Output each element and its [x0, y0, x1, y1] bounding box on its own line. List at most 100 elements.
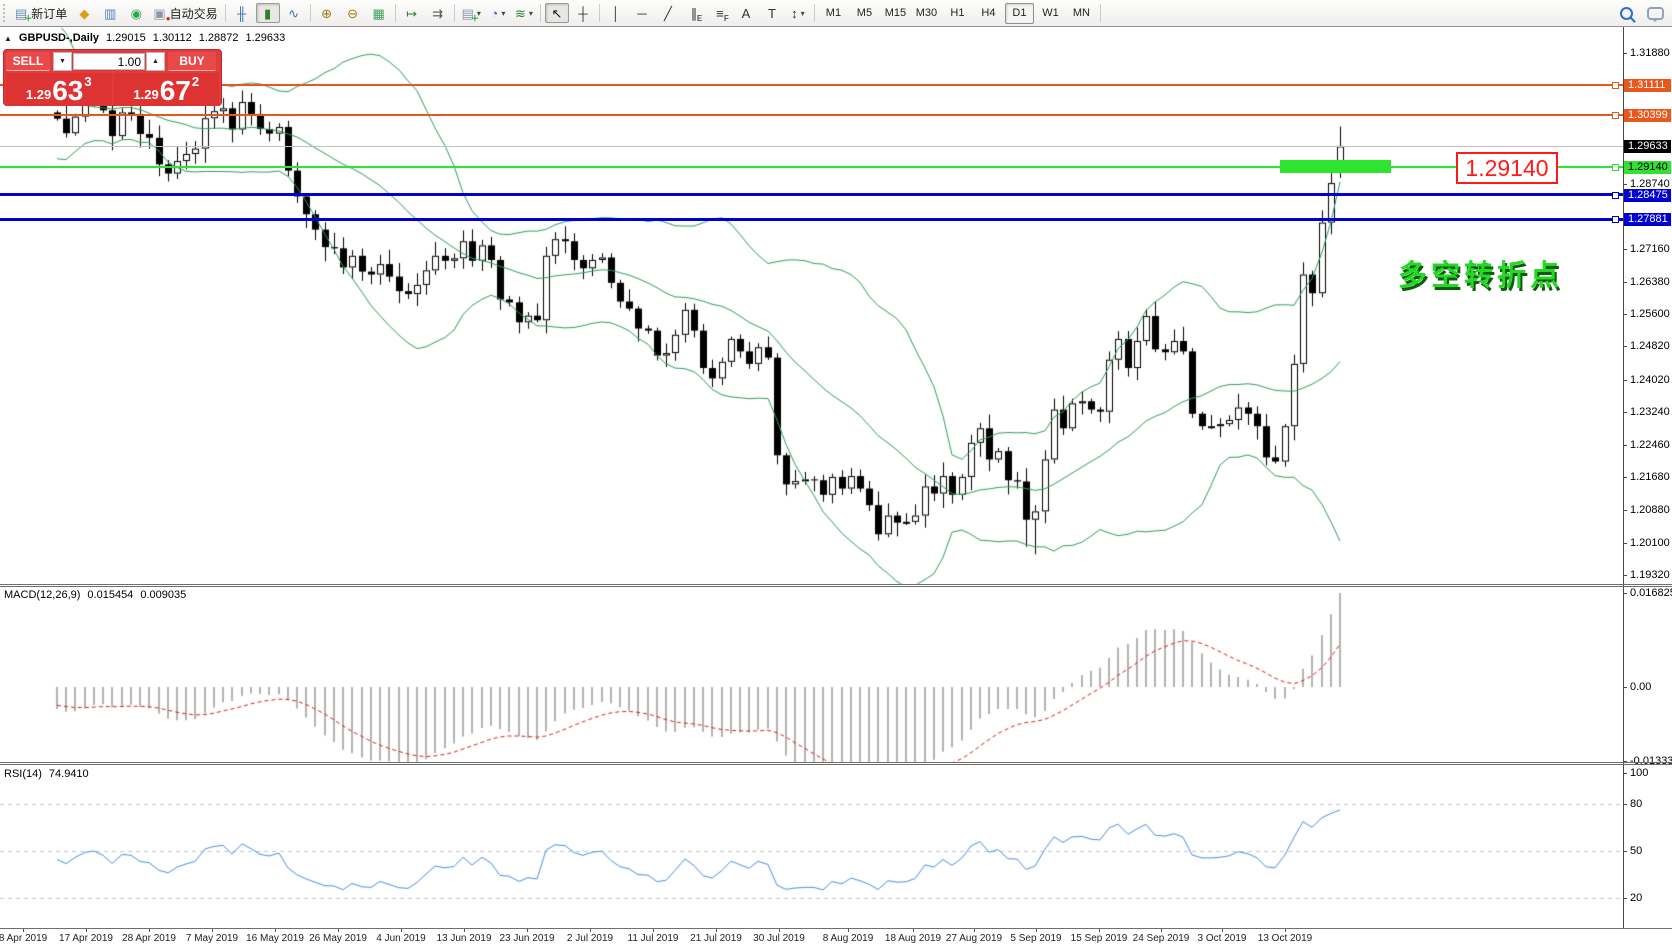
crosshair-button[interactable]: ┼ [571, 3, 595, 23]
price-tick-label: 1.25600 [1630, 308, 1670, 320]
panel-splitter[interactable] [0, 764, 1672, 765]
chat-icon[interactable] [1647, 7, 1664, 20]
timeframe-mn[interactable]: MN [1067, 3, 1096, 24]
date-tick-label: 24 Sep 2019 [1133, 933, 1190, 944]
tile-windows-button[interactable]: ▦ [367, 3, 391, 23]
text-label-button[interactable]: T [760, 3, 784, 23]
zoom-in-button[interactable]: ⊕ [315, 3, 339, 23]
text-button[interactable]: A [734, 3, 758, 23]
zoom-in-icon: ⊕ [321, 7, 332, 20]
chevron-down-icon[interactable]: ▾ [501, 9, 505, 18]
channel-button[interactable]: ∥E [682, 3, 706, 23]
collapse-arrow-icon[interactable]: ▲ [4, 34, 12, 43]
vertical-line-button[interactable]: │ [604, 3, 628, 23]
ohlc-high: 1.30112 [153, 32, 192, 44]
charts-button[interactable]: ▥ [98, 3, 122, 23]
sell-price[interactable]: 1.29 63 3 [6, 73, 112, 106]
trendline-button[interactable]: ╱ [656, 3, 680, 23]
chart-shift-button[interactable]: ⇉ [426, 3, 450, 23]
volume-up-button[interactable]: ▲ [146, 52, 165, 71]
horizontal-line-button[interactable]: ─ [630, 3, 654, 23]
date-tick-label: 27 Aug 2019 [946, 933, 1002, 944]
timeframe-m5[interactable]: M5 [850, 3, 879, 24]
bar-chart-icon: ╫ [237, 7, 246, 20]
price-level-line[interactable] [0, 146, 1623, 147]
rsi-panel[interactable] [0, 765, 1623, 928]
price-level-marker[interactable] [1612, 82, 1619, 89]
price-tick-mark [1623, 53, 1627, 54]
toolbar: ▤＋新订单◆▥◉▣●自动交易╫▮∿⊕⊖▦↦⇉▤＋▾◔▾≋▾↖┼│─╱∥E≡FAT… [0, 0, 1672, 27]
timeframe-h4[interactable]: H4 [974, 3, 1003, 24]
volume-down-button[interactable]: ▼ [53, 52, 72, 71]
price-level-marker[interactable] [1612, 216, 1619, 223]
gold-button[interactable]: ◆ [72, 3, 96, 23]
fibonacci-icon-badge: F [724, 15, 729, 23]
price-level-line[interactable] [0, 193, 1623, 196]
toolbar-button-label: 新订单 [31, 5, 67, 22]
cursor-button[interactable]: ↖ [545, 3, 569, 23]
periods-button[interactable]: ◔▾ [486, 3, 510, 23]
timeframe-m15[interactable]: M15 [881, 3, 910, 24]
bar-chart-button[interactable]: ╫ [230, 3, 254, 23]
channel-icon-badge: E [697, 15, 702, 23]
timeframe-d1[interactable]: D1 [1005, 3, 1034, 24]
buy-price[interactable]: 1.29 67 2 [114, 73, 220, 106]
templates-icon-badge: ＋ [471, 15, 479, 23]
date-tick-label: 3 Oct 2019 [1198, 933, 1247, 944]
timeline-axis [0, 928, 1672, 929]
buy-button[interactable]: BUY [168, 52, 216, 71]
price-level-label: 1.28475 [1624, 189, 1671, 202]
price-tick-label: 1.20880 [1630, 504, 1670, 516]
price-tick-mark [1623, 314, 1627, 315]
rsi-label: RSI(14) [4, 768, 42, 780]
chevron-down-icon[interactable]: ▾ [801, 9, 805, 18]
price-level-marker[interactable] [1612, 112, 1619, 119]
price-level-line[interactable] [0, 114, 1623, 116]
ohlc-low: 1.28872 [199, 32, 239, 44]
price-callout-box[interactable]: 1.29140 [1456, 152, 1558, 184]
autotrade-button[interactable]: ▣●自动交易 [150, 3, 220, 23]
signals-button[interactable]: ◉ [124, 3, 148, 23]
timeframe-w1[interactable]: W1 [1036, 3, 1065, 24]
arrows-button[interactable]: ↕▾ [786, 3, 810, 23]
toolbar-separator [454, 4, 455, 22]
line-chart-button[interactable]: ∿ [282, 3, 306, 23]
date-tick-label: 8 Apr 2019 [0, 933, 47, 944]
highlight-rectangle[interactable] [1280, 160, 1391, 173]
text-label-icon: T [768, 7, 776, 20]
macd-header: MACD(12,26,9) 0.015454 0.009035 [4, 589, 186, 601]
charts-icon: ▥ [104, 7, 116, 20]
sell-price-big: 63 [52, 78, 83, 104]
timeframe-m1[interactable]: M1 [819, 3, 848, 24]
chevron-down-icon[interactable]: ▾ [529, 9, 533, 18]
price-level-marker[interactable] [1612, 164, 1619, 171]
date-tick-label: 15 Sep 2019 [1071, 933, 1128, 944]
timeframe-m30[interactable]: M30 [912, 3, 941, 24]
periods-icon: ◔ [491, 7, 499, 20]
text-icon: A [742, 7, 751, 20]
zoom-out-button[interactable]: ⊖ [341, 3, 365, 23]
search-icon[interactable] [1620, 7, 1633, 20]
macd-panel[interactable] [0, 587, 1623, 762]
sell-button[interactable]: SELL [6, 52, 50, 71]
templates-button[interactable]: ▤＋▾ [459, 3, 484, 23]
turning-point-annotation[interactable]: 多空转折点 [1398, 252, 1563, 294]
panel-splitter[interactable] [0, 762, 1672, 763]
volume-input[interactable]: 1.00 [73, 53, 145, 70]
auto-scroll-button[interactable]: ↦ [400, 3, 424, 23]
price-level-marker[interactable] [1612, 192, 1619, 199]
new-order-button[interactable]: ▤＋新订单 [12, 3, 70, 23]
price-tick-label: 1.24020 [1630, 374, 1670, 386]
panel-splitter[interactable] [0, 584, 1672, 585]
panel-splitter[interactable] [0, 586, 1672, 587]
price-tick-mark [1623, 184, 1627, 185]
candlestick-button[interactable]: ▮ [256, 3, 280, 23]
indicators-button[interactable]: ≋▾ [512, 3, 536, 23]
price-level-line[interactable] [0, 218, 1623, 221]
price-level-line[interactable] [0, 84, 1623, 86]
price-tick-mark [1623, 510, 1627, 511]
main-chart-panel[interactable] [0, 28, 1623, 584]
timeframe-h1[interactable]: H1 [943, 3, 972, 24]
fibonacci-button[interactable]: ≡F [708, 3, 732, 23]
autotrade-icon-badge: ● [166, 15, 171, 23]
